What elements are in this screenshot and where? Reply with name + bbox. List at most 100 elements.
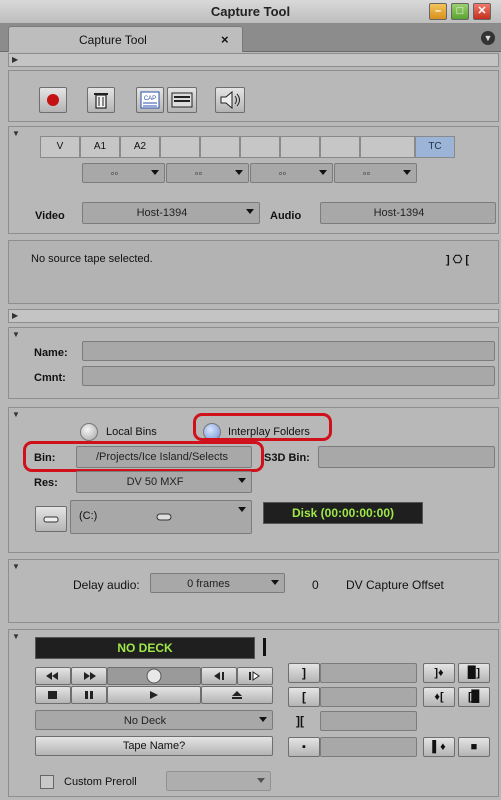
delay-audio-select[interactable]: 0 frames — [150, 573, 285, 593]
disk-space-readout: Disk (00:00:00:00) — [263, 502, 423, 524]
custom-preroll-select[interactable] — [166, 771, 271, 791]
mark-in-button[interactable]: ] — [288, 663, 320, 683]
chevron-down-icon — [235, 170, 243, 175]
fast-forward-button[interactable] — [71, 667, 107, 685]
tab-close-icon[interactable]: × — [221, 32, 229, 47]
stop-button[interactable] — [35, 686, 71, 704]
tape-name-button[interactable]: Tape Name? — [35, 736, 273, 756]
channel-select-3[interactable]: ◦◦ — [250, 163, 333, 183]
track-a6-button[interactable] — [280, 136, 320, 158]
expand-triangle-icon[interactable]: ▶ — [12, 55, 18, 64]
clear-out-button[interactable]: [▉ — [458, 687, 490, 707]
step-back-button[interactable] — [201, 667, 237, 685]
s3d-bin-field[interactable] — [318, 446, 495, 468]
channel-select-4[interactable]: ◦◦ — [334, 163, 417, 183]
chevron-down-icon — [257, 778, 265, 783]
go-to-frame-button[interactable]: ▪ — [288, 737, 320, 757]
drive-icon — [156, 513, 172, 521]
window-titlebar: Capture Tool – □ ✕ — [0, 0, 501, 24]
stop-icon — [48, 691, 57, 699]
clear-in-button[interactable]: ▉] — [458, 663, 490, 683]
dv-offset-value: 0 — [312, 578, 319, 592]
trash-button[interactable] — [87, 87, 115, 113]
clip-name-field[interactable] — [82, 341, 495, 361]
video-label: Video — [35, 210, 65, 222]
collapsed-section-1[interactable]: ▶ — [8, 53, 499, 67]
custom-preroll-checkbox[interactable] — [40, 775, 54, 789]
chevron-down-icon — [271, 580, 279, 585]
track-a1-button[interactable]: A1 — [80, 136, 120, 158]
collapse-triangle-icon[interactable]: ▼ — [12, 562, 20, 571]
go-to-out-button[interactable]: ♦[ — [423, 687, 455, 707]
video-input-select[interactable]: Host-1394 — [82, 202, 260, 224]
current-timecode — [320, 737, 417, 757]
go-to-in-icon: ]♦ — [434, 667, 444, 679]
step-forward-button[interactable] — [237, 667, 273, 685]
tab-capture-tool[interactable]: Capture Tool × — [8, 26, 243, 52]
minimize-button[interactable]: – — [429, 3, 447, 20]
record-icon — [47, 94, 59, 106]
go-to-in-button[interactable]: ]♦ — [423, 663, 455, 683]
tab-menu-icon[interactable]: ▼ — [481, 31, 495, 45]
collapse-triangle-icon[interactable]: ▼ — [12, 632, 20, 641]
pause-icon — [85, 691, 93, 699]
track-a8-button[interactable] — [360, 136, 415, 158]
track-a4-button[interactable] — [200, 136, 240, 158]
play-icon — [150, 691, 158, 699]
audio-tool-button[interactable] — [215, 87, 245, 113]
track-a2-button[interactable]: A2 — [120, 136, 160, 158]
shuttle-knob-icon — [146, 668, 162, 684]
channel-select-1[interactable]: ◦◦ — [82, 163, 165, 183]
deck-select[interactable]: No Deck — [35, 710, 273, 730]
close-window-button[interactable]: ✕ — [473, 3, 491, 20]
mark-out-button[interactable]: [ — [288, 687, 320, 707]
clear-both-icon: ■ — [470, 741, 478, 753]
cap-icon: CAP — [140, 91, 160, 109]
position-icon: ▪ — [302, 741, 306, 753]
channel-select-2[interactable]: ◦◦ — [166, 163, 249, 183]
audio-label: Audio — [270, 210, 302, 222]
track-a5-button[interactable] — [240, 136, 280, 158]
rewind-button[interactable] — [35, 667, 71, 685]
collapse-triangle-icon[interactable]: ▼ — [12, 410, 20, 419]
go-to-start-button[interactable]: ▌♦ — [423, 737, 455, 757]
go-to-out-icon: ♦[ — [434, 691, 444, 703]
drive-filter-button[interactable] — [35, 506, 67, 532]
play-button[interactable] — [107, 686, 201, 704]
resolution-select[interactable]: DV 50 MXF — [76, 471, 252, 493]
clear-both-button[interactable]: ■ — [458, 737, 490, 757]
local-bins-radio[interactable] — [80, 423, 98, 441]
fast-forward-icon — [84, 672, 96, 680]
track-a7-button[interactable] — [320, 136, 360, 158]
expand-triangle-icon[interactable]: ▶ — [12, 311, 18, 320]
speaker-icon — [220, 90, 240, 110]
track-v-button[interactable]: V — [40, 136, 80, 158]
dv-capture-offset-label: DV Capture Offset — [346, 578, 444, 592]
collapse-triangle-icon[interactable]: ▼ — [12, 330, 20, 339]
chevron-down-icon — [403, 170, 411, 175]
collapse-triangle-icon[interactable]: ▼ — [12, 129, 20, 138]
mark-in-out-icon[interactable]: ] ⎔ [ — [446, 253, 469, 266]
maximize-button[interactable]: □ — [451, 3, 469, 20]
clip-comment-field[interactable] — [82, 366, 495, 386]
track-a3-button[interactable] — [160, 136, 200, 158]
log-mode-button[interactable] — [167, 87, 197, 113]
record-button[interactable] — [39, 87, 67, 113]
audio-input-select[interactable]: Host-1394 — [320, 202, 496, 224]
collapsed-section-2[interactable]: ▶ — [8, 309, 499, 323]
pause-button[interactable] — [71, 686, 107, 704]
mark-out-timecode — [320, 687, 417, 707]
target-drive-select[interactable]: (C:) — [70, 500, 252, 534]
chevron-down-icon — [259, 717, 267, 722]
chevron-down-icon — [246, 209, 254, 214]
track-tc-button[interactable]: TC — [415, 136, 455, 158]
capture-mode-button[interactable]: CAP — [136, 87, 164, 113]
chevron-down-icon — [151, 170, 159, 175]
highlight-bin-path — [23, 441, 264, 472]
mark-in-timecode — [320, 663, 417, 683]
eject-button[interactable] — [201, 686, 273, 704]
step-back-icon — [214, 672, 224, 680]
source-tape-message: No source tape selected. — [31, 253, 153, 265]
s3d-bin-label: S3D Bin: — [264, 452, 310, 464]
shuttle-slider[interactable] — [107, 667, 201, 685]
